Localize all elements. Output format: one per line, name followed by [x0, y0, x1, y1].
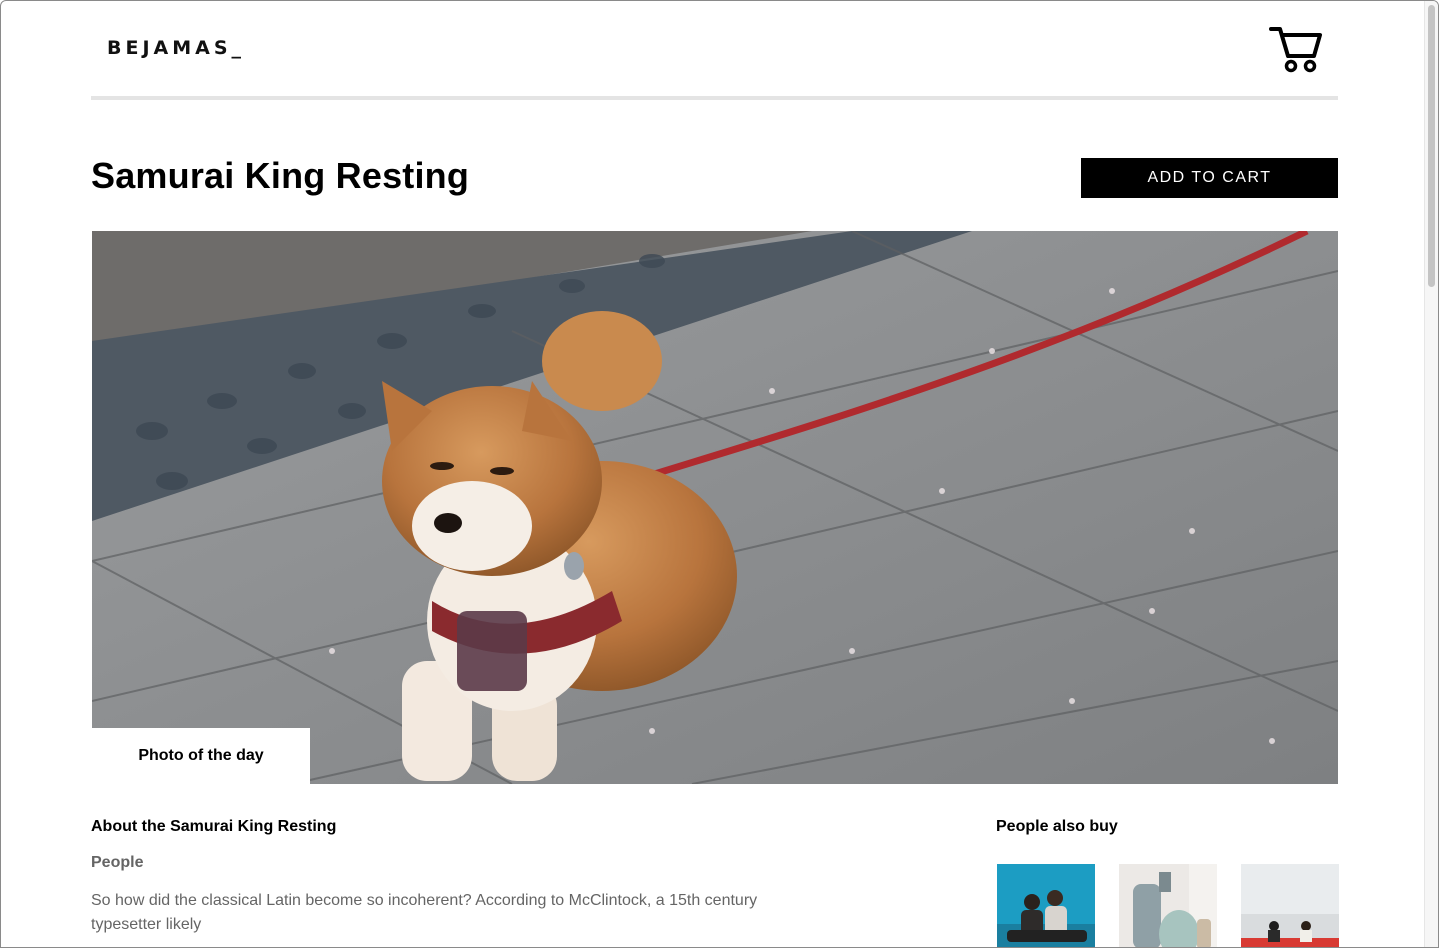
product-hero-image — [92, 231, 1338, 784]
scrollbar-thumb[interactable] — [1428, 5, 1435, 287]
about-title: About the Samurai King Resting — [91, 818, 337, 835]
shiba-dog-photo — [92, 231, 1338, 784]
add-to-cart-button[interactable]: ADD TO CART — [1081, 158, 1338, 198]
product-title: Samurai King Resting — [91, 155, 470, 196]
product-description: So how did the classical Latin become so… — [91, 892, 758, 933]
site-header: BEJAMAS_ — [91, 1, 1338, 100]
also-buy-item-1[interactable] — [997, 864, 1095, 947]
vertical-scrollbar[interactable] — [1424, 1, 1438, 947]
photo-of-the-day-badge: Photo of the day — [92, 728, 310, 784]
people-also-buy-title: People also buy — [996, 818, 1118, 835]
people-on-blue-photo — [997, 864, 1095, 947]
brand-logo[interactable]: BEJAMAS_ — [107, 37, 245, 59]
vases-photo — [1119, 864, 1217, 947]
shopping-cart-icon[interactable] — [1268, 23, 1324, 75]
category-label: People — [91, 854, 144, 871]
also-buy-item-2[interactable] — [1119, 864, 1217, 947]
also-buy-item-3[interactable] — [1241, 864, 1339, 947]
browser-viewport: BEJAMAS_ Samurai King Resting ADD TO CAR… — [0, 0, 1439, 948]
couple-on-red-bench-photo — [1241, 864, 1339, 947]
